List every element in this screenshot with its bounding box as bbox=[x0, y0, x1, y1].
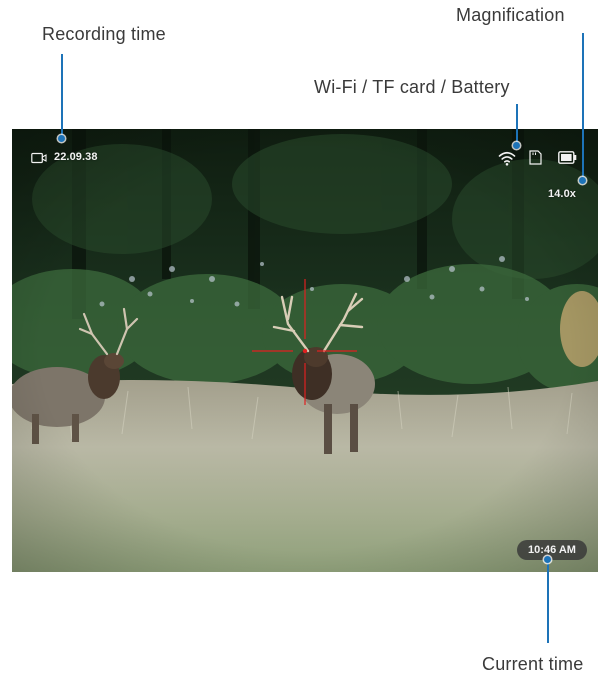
wifi-icon bbox=[498, 151, 516, 166]
annotation-status-icons: Wi-Fi / TF card / Battery bbox=[314, 77, 510, 97]
recording-time-value: 22.09.38 bbox=[54, 151, 98, 163]
leader-dot-magnification bbox=[579, 177, 586, 184]
leader-line-magnification bbox=[582, 33, 584, 180]
leader-line-status bbox=[516, 104, 518, 146]
battery-icon bbox=[558, 151, 577, 164]
magnification-value: 14.0x bbox=[548, 188, 577, 200]
leader-line-current-time bbox=[547, 560, 549, 643]
scope-scene-image bbox=[12, 129, 598, 572]
current-time-badge: 10:46 AM bbox=[517, 540, 587, 560]
leader-dot-recording bbox=[58, 135, 65, 142]
sd-card-icon bbox=[529, 150, 542, 165]
leader-dot-status bbox=[513, 142, 520, 149]
viewfinder-display: 22.09.38 14.0x 10:46 AM bbox=[12, 129, 598, 572]
video-camera-icon bbox=[31, 152, 47, 164]
annotation-magnification: Magnification bbox=[456, 5, 565, 25]
annotation-current-time: Current time bbox=[482, 654, 584, 674]
leader-line-recording bbox=[61, 54, 63, 139]
leader-dot-current-time bbox=[544, 556, 551, 563]
annotation-recording-time: Recording time bbox=[42, 24, 166, 44]
